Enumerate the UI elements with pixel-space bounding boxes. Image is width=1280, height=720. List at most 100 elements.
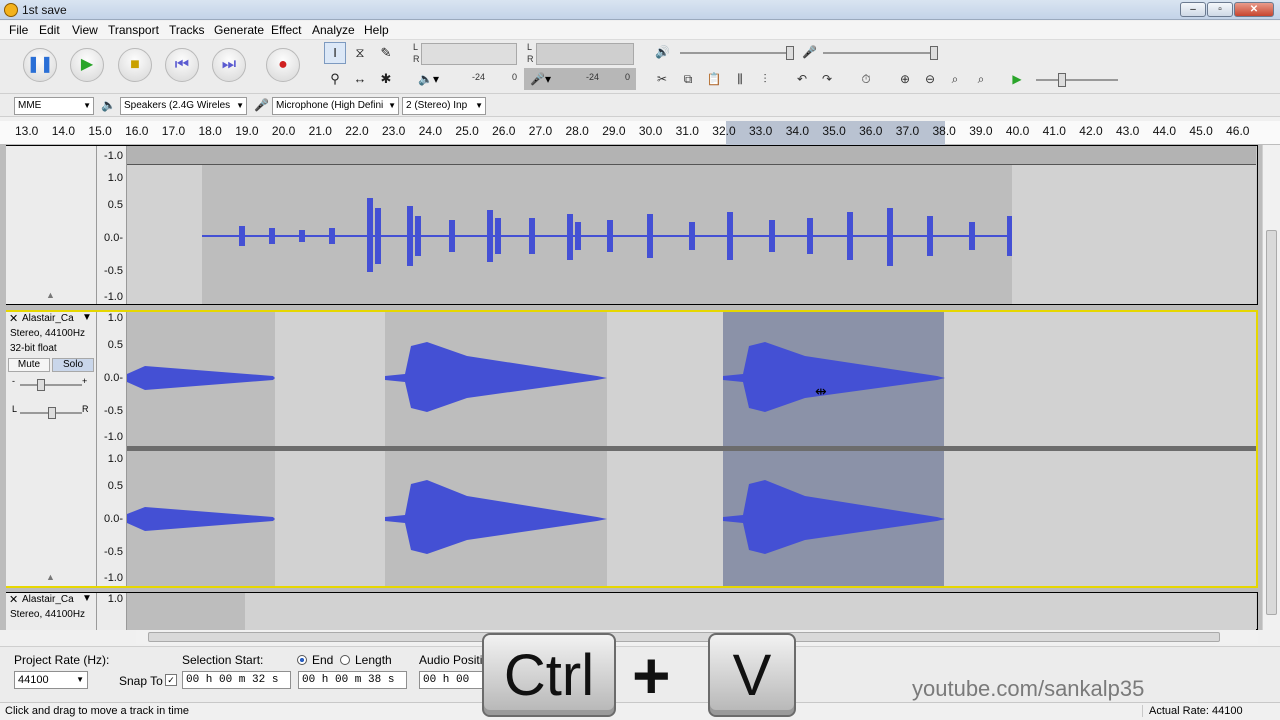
selection-tool-icon[interactable]: I (324, 42, 346, 64)
gain-min-label: - (12, 376, 15, 386)
output-volume-slider[interactable] (680, 52, 792, 54)
scale-p05: 0.5 (107, 199, 123, 211)
end-radio[interactable] (297, 655, 307, 665)
draw-tool-icon[interactable]: ✎ (375, 42, 397, 64)
zoom-out-icon[interactable]: ⊖ (919, 68, 941, 90)
envelope-tool-icon[interactable]: ⧖ (349, 42, 371, 64)
ruler-label: 18.0 (198, 124, 222, 138)
skip-start-button[interactable]: ⏮ (165, 48, 199, 82)
play-button[interactable]: ▶ (70, 48, 104, 82)
menu-analyze[interactable]: Analyze (312, 23, 355, 37)
trim-icon[interactable]: ⫼ (729, 68, 751, 90)
gain-slider[interactable] (20, 384, 82, 386)
menu-generate[interactable]: Generate (214, 23, 264, 37)
project-rate-select[interactable]: 44100 ▼ (14, 671, 88, 689)
menu-effect[interactable]: Effect (271, 23, 301, 37)
length-radio[interactable] (340, 655, 350, 665)
input-channels-select[interactable]: 2 (Stereo) Inp ▼ (402, 97, 486, 115)
audio-position-field[interactable]: 00 h 00 (419, 671, 489, 689)
track-name[interactable]: Alastair_Ca (22, 313, 74, 324)
record-meter[interactable] (536, 43, 634, 65)
multi-tool-icon[interactable]: ✱ (375, 68, 397, 90)
menu-help[interactable]: Help (364, 23, 389, 37)
track-2-menu-icon[interactable]: ▼ (82, 593, 92, 604)
menu-edit[interactable]: Edit (39, 23, 60, 37)
input-volume-slider[interactable] (823, 52, 935, 54)
collapse-icon[interactable]: ▲ (46, 290, 55, 300)
fit-project-icon[interactable]: ⌕ (970, 68, 992, 90)
ruler-label: 31.0 (675, 124, 699, 138)
sync-lock-icon[interactable]: ⏱ (855, 68, 877, 90)
track-2-name[interactable]: Alastair_Ca (22, 594, 74, 605)
ruler-label: 21.0 (308, 124, 332, 138)
paste-icon[interactable]: 📋 (703, 68, 725, 90)
ruler-label: 20.0 (271, 124, 296, 138)
stop-button[interactable]: ■ (118, 48, 152, 82)
cut-icon[interactable]: ✂ (651, 68, 673, 90)
playback-meter[interactable] (421, 43, 517, 65)
track-2-info-rate: Stereo, 44100Hz (10, 609, 86, 620)
track-2-clip[interactable] (127, 593, 245, 630)
play-speed-thumb[interactable] (1058, 73, 1066, 87)
horizontal-scroll-thumb[interactable] (148, 632, 1220, 642)
ruler-label: 38.0 (932, 124, 956, 138)
track-2-gap (245, 593, 1256, 630)
speaker-meter-icon[interactable]: 🔈▾ (418, 72, 439, 86)
vertical-scrollbar[interactable] (1262, 145, 1280, 630)
selection-end-field[interactable]: 00 h 00 m 38 s (298, 671, 407, 689)
menu-transport[interactable]: Transport (108, 23, 159, 37)
ruler-label: 24.0 (418, 124, 443, 138)
t1-scale-z: 0.0- (104, 372, 123, 384)
close-button[interactable]: ✕ (1234, 2, 1274, 17)
audio-host-value: MME (18, 100, 42, 111)
meter-right-label: R (413, 54, 420, 64)
gain-max-label: + (82, 376, 88, 386)
skip-end-button[interactable]: ⏭ (212, 48, 246, 82)
zoom-tool-icon[interactable]: ⚲ (324, 68, 346, 90)
ruler-label: 37.0 (895, 124, 920, 138)
maximize-button[interactable]: ▫ (1207, 2, 1233, 17)
selection-start-field[interactable]: 00 h 00 m 32 s (182, 671, 291, 689)
horizontal-scrollbar[interactable] (136, 630, 1258, 644)
ruler-label: 43.0 (1116, 124, 1140, 138)
mute-button[interactable]: Mute (8, 358, 50, 372)
t1-scale-zb: 0.0- (104, 513, 123, 525)
fit-selection-icon[interactable]: ⌕ (944, 68, 966, 90)
pan-thumb[interactable] (48, 407, 56, 419)
ruler-label: 22.0 (345, 124, 369, 138)
input-device-select[interactable]: Microphone (High Defini ▼ (272, 97, 399, 115)
input-device-value: Microphone (High Defini (276, 100, 384, 111)
silence-icon[interactable]: ⫶ (754, 68, 776, 90)
gain-thumb[interactable] (37, 379, 45, 391)
timeshift-tool-icon[interactable]: ↔ (349, 68, 371, 90)
input-volume-thumb[interactable] (930, 46, 938, 60)
solo-button[interactable]: Solo (52, 358, 94, 372)
play-speed-slider[interactable] (1036, 79, 1118, 81)
output-device-value: Speakers (2.4G Wireles (124, 100, 231, 111)
vertical-scroll-thumb[interactable] (1266, 230, 1277, 615)
mic-meter-icon[interactable]: 🎤▾ (530, 72, 551, 86)
pause-button[interactable]: ❚❚ (23, 48, 57, 82)
audio-host-select[interactable]: MME ▼ (14, 97, 94, 115)
menu-tracks[interactable]: Tracks (169, 23, 205, 37)
menu-file[interactable]: File (9, 23, 28, 37)
pan-left-label: L (12, 404, 18, 414)
ruler-label: 17.0 (161, 124, 186, 138)
track-close-icon[interactable]: ✕ (9, 312, 18, 325)
collapse-icon-2[interactable]: ▲ (46, 572, 55, 582)
snap-to-checkbox[interactable]: ✓ (165, 674, 177, 686)
undo-icon[interactable]: ↶ (791, 68, 813, 90)
minimize-button[interactable]: – (1180, 2, 1206, 17)
output-volume-thumb[interactable] (786, 46, 794, 60)
redo-icon[interactable]: ↷ (816, 68, 838, 90)
zoom-in-icon[interactable]: ⊕ (894, 68, 916, 90)
record-button[interactable]: ● (266, 48, 300, 82)
menu-view[interactable]: View (72, 23, 98, 37)
ruler-label: 14.0 (51, 124, 76, 138)
track-2-close-icon[interactable]: ✕ (9, 593, 18, 606)
copy-icon[interactable]: ⧉ (677, 68, 699, 90)
output-device-select[interactable]: Speakers (2.4G Wireles ▼ (120, 97, 247, 115)
play-at-speed-icon[interactable]: ▶ (1006, 68, 1028, 90)
scale-m1: -1.0 (104, 291, 123, 303)
track-menu-icon[interactable]: ▼ (82, 312, 92, 323)
